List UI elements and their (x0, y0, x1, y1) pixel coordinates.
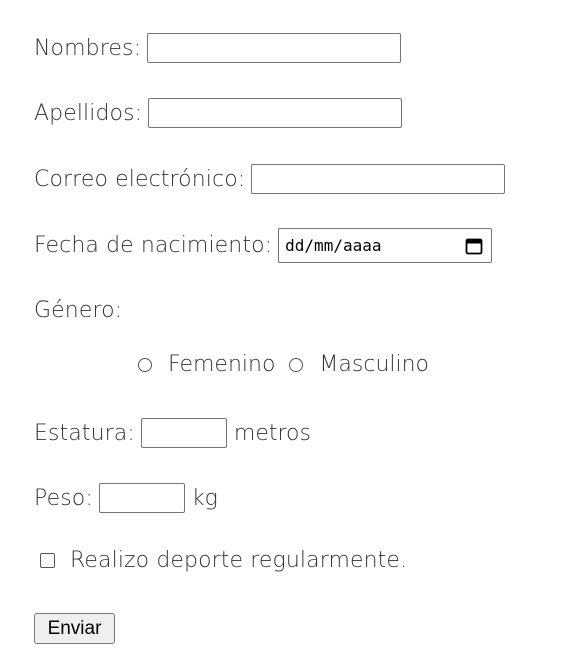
radio-femenino[interactable] (138, 357, 152, 372)
peso-input[interactable] (98, 483, 185, 513)
deporte-label[interactable]: Realizo deporte regularmente. (70, 548, 407, 573)
fecha-row: Fecha de nacimiento: dd/mm/aaaa (34, 228, 493, 263)
apellidos-label: Apellidos: (34, 100, 143, 126)
peso-unit: kg (191, 485, 218, 511)
estatura-input[interactable] (140, 418, 227, 448)
fecha-input[interactable]: dd/mm/aaaa (278, 228, 493, 263)
fecha-value: dd/mm/aaaa (285, 236, 382, 255)
calendar-icon[interactable] (465, 237, 483, 255)
peso-label: Peso: (34, 485, 93, 511)
apellidos-row: Apellidos: (34, 98, 403, 128)
estatura-label: Estatura: (34, 420, 135, 446)
estatura-row: Estatura: metros (34, 418, 311, 448)
radio-femenino-label[interactable]: Femenino (168, 352, 275, 377)
correo-input[interactable] (251, 164, 506, 194)
correo-label: Correo electrónico: (34, 166, 246, 192)
peso-row: Peso: kg (34, 483, 218, 513)
radio-masculino[interactable] (289, 357, 304, 372)
radio-masculino-label[interactable]: Masculino (319, 352, 429, 377)
apellidos-input[interactable] (148, 98, 403, 128)
submit-button[interactable]: Enviar (34, 613, 115, 644)
genero-options: Femenino Masculino (138, 352, 443, 377)
nombres-label: Nombres: (34, 35, 142, 61)
nombres-row: Nombres: (34, 33, 402, 63)
deporte-row: Realizo deporte regularmente. (34, 548, 407, 573)
estatura-unit: metros (233, 420, 311, 446)
deporte-checkbox[interactable] (40, 553, 55, 568)
correo-row: Correo electrónico: (34, 164, 506, 194)
nombres-input[interactable] (147, 33, 402, 63)
genero-row: Género: (34, 298, 122, 323)
fecha-label: Fecha de nacimiento: (34, 233, 273, 258)
genero-label: Género: (34, 298, 123, 323)
